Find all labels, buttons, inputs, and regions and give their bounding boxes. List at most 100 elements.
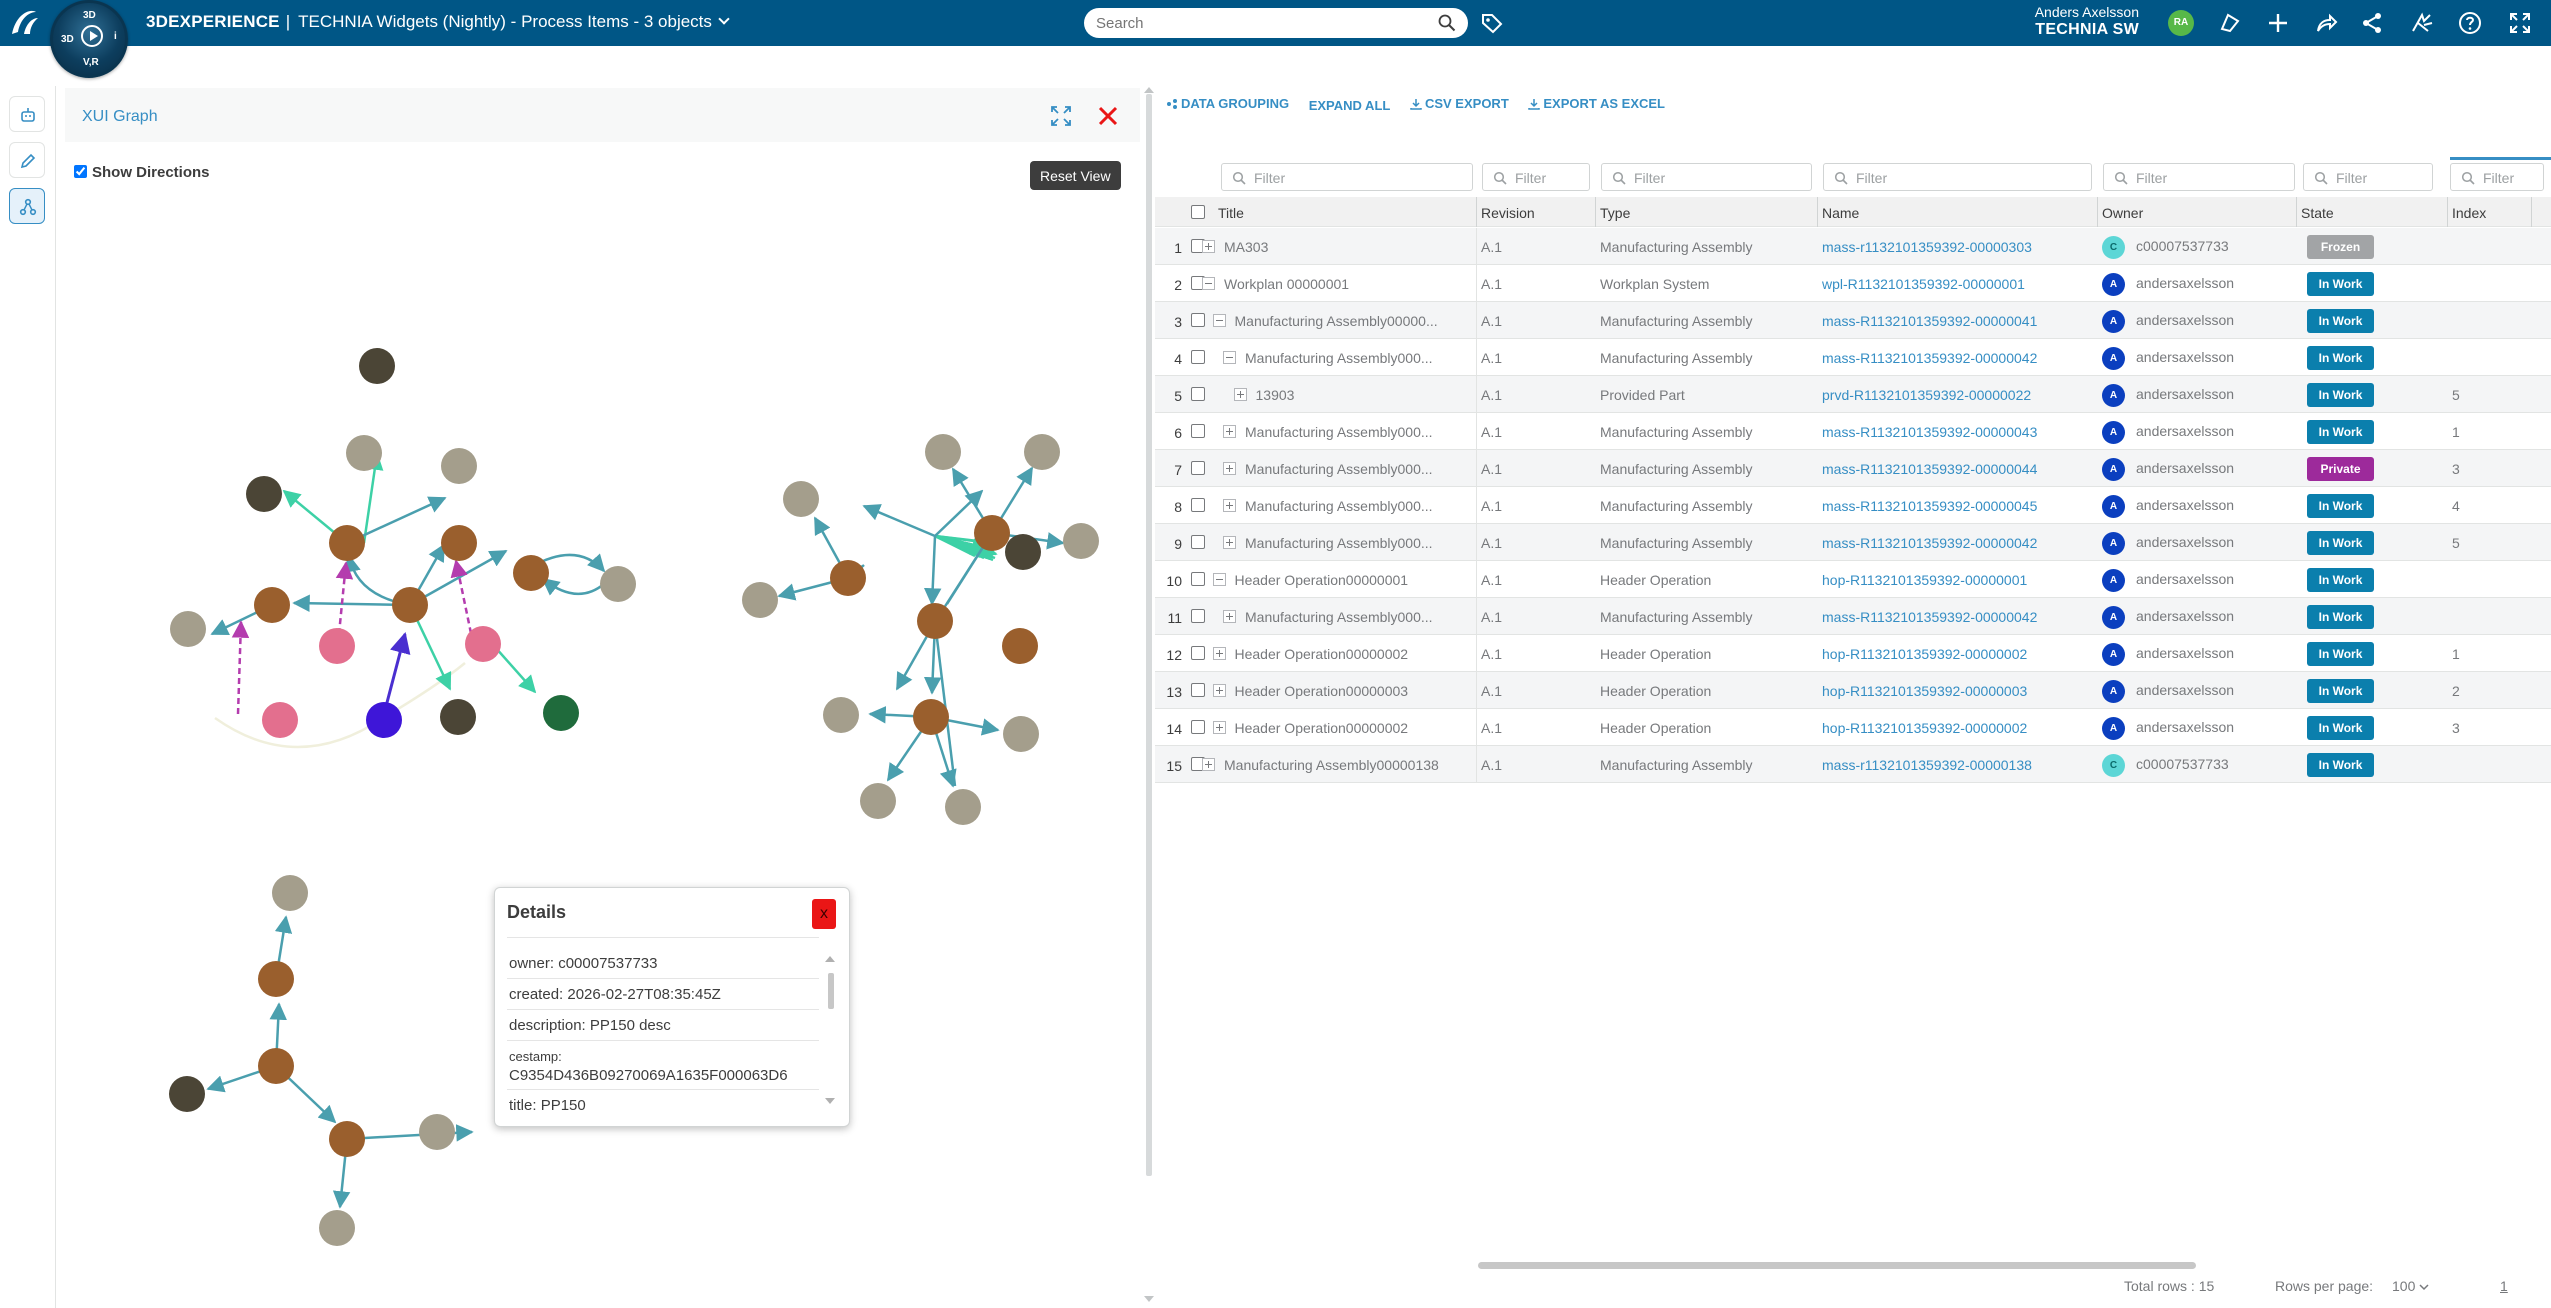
search-icon[interactable]: [1438, 14, 1456, 32]
state-badge[interactable]: Frozen: [2307, 235, 2374, 259]
state-badge[interactable]: In Work: [2307, 272, 2374, 296]
cell-name-link[interactable]: hop-R1132101359392-00000001: [1822, 572, 2027, 588]
filter-index[interactable]: Filter: [2450, 163, 2544, 191]
cell-title[interactable]: Header Operation00000002: [1235, 646, 1409, 662]
graph-nodes-cluster-2[interactable]: [742, 434, 1099, 825]
help-icon[interactable]: [2458, 11, 2482, 35]
select-all-checkbox[interactable]: [1191, 205, 1205, 219]
cell-name-link[interactable]: wpl-R1132101359392-00000001: [1822, 276, 2025, 292]
expand-toggle-icon[interactable]: [1223, 499, 1236, 512]
details-scrollbar[interactable]: [828, 973, 834, 1009]
cell-title[interactable]: Manufacturing Assembly000...: [1245, 424, 1433, 440]
row-checkbox[interactable]: [1191, 646, 1205, 660]
cell-name-link[interactable]: mass-R1132101359392-00000044: [1822, 461, 2037, 477]
share-icon[interactable]: [2360, 11, 2384, 35]
state-badge[interactable]: In Work: [2307, 679, 2374, 703]
data-grouping-button[interactable]: DATA GROUPING: [1166, 96, 1289, 111]
cell-name-link[interactable]: hop-R1132101359392-00000002: [1822, 720, 2027, 736]
rail-widget-button[interactable]: [9, 96, 45, 132]
expand-toggle-icon[interactable]: [1223, 610, 1236, 623]
cell-title[interactable]: 13903: [1256, 387, 1295, 403]
user-avatar[interactable]: RA: [2168, 10, 2194, 36]
rail-graph-button[interactable]: [9, 188, 45, 224]
table-row[interactable]: 13 Header Operation00000003 A.1 Header Oper…: [1155, 672, 2551, 709]
search-box[interactable]: [1084, 8, 1468, 38]
expand-toggle-icon[interactable]: [1212, 647, 1226, 660]
user-info[interactable]: Anders Axelsson TECHNIA SW: [2035, 3, 2139, 39]
rail-edit-button[interactable]: [9, 142, 45, 178]
table-row[interactable]: 14 Header Operation00000002 A.1 Header Oper…: [1155, 709, 2551, 746]
row-checkbox[interactable]: [1191, 461, 1205, 475]
cell-name-link[interactable]: mass-r1132101359392-00000303: [1822, 239, 2032, 255]
state-badge[interactable]: In Work: [2307, 346, 2374, 370]
cell-name-link[interactable]: mass-R1132101359392-00000042: [1822, 609, 2037, 625]
row-checkbox[interactable]: [1191, 350, 1205, 364]
cell-title[interactable]: Manufacturing Assembly000...: [1245, 461, 1433, 477]
cell-name-link[interactable]: mass-R1132101359392-00000045: [1822, 498, 2037, 514]
row-checkbox[interactable]: [1191, 720, 1205, 734]
row-checkbox[interactable]: [1191, 535, 1205, 549]
cell-name-link[interactable]: hop-R1132101359392-00000003: [1822, 683, 2027, 699]
state-badge[interactable]: In Work: [2307, 642, 2374, 666]
expand-toggle-icon[interactable]: [1223, 425, 1236, 438]
state-badge[interactable]: In Work: [2307, 383, 2374, 407]
row-checkbox[interactable]: [1191, 498, 1205, 512]
col-header-name[interactable]: Name: [1822, 205, 1859, 221]
state-badge[interactable]: In Work: [2307, 568, 2374, 592]
collapse-toggle-icon[interactable]: [1212, 573, 1226, 586]
row-checkbox[interactable]: [1191, 313, 1205, 327]
add-icon[interactable]: [2266, 11, 2290, 35]
search-input[interactable]: [1096, 8, 1426, 38]
cell-title[interactable]: MA303: [1224, 239, 1268, 255]
filter-name[interactable]: Filter: [1823, 163, 2092, 191]
table-row[interactable]: 12 Header Operation00000002 A.1 Header Oper…: [1155, 635, 2551, 672]
state-badge[interactable]: In Work: [2307, 420, 2374, 444]
cell-title[interactable]: Manufacturing Assembly00000138: [1224, 757, 1439, 773]
table-row[interactable]: 4 Manufacturing Assembly000... A.1 Manufact…: [1155, 339, 2551, 376]
state-badge[interactable]: In Work: [2307, 531, 2374, 555]
notification-icon[interactable]: [2218, 11, 2242, 35]
row-checkbox[interactable]: [1191, 609, 1205, 623]
cell-name-link[interactable]: mass-r1132101359392-00000138: [1822, 757, 2032, 773]
expand-toggle-icon[interactable]: [1202, 758, 1215, 771]
table-row[interactable]: 3 Manufacturing Assembly00000... A.1 Manufa…: [1155, 302, 2551, 339]
cell-name-link[interactable]: mass-R1132101359392-00000042: [1822, 535, 2037, 551]
row-checkbox[interactable]: [1191, 424, 1205, 438]
collapse-toggle-icon[interactable]: [1202, 277, 1215, 290]
splitter-down-icon[interactable]: [1144, 1296, 1154, 1302]
export-excel-button[interactable]: EXPORT AS EXCEL: [1528, 96, 1665, 111]
col-header-title[interactable]: Title: [1218, 205, 1244, 221]
row-checkbox[interactable]: [1191, 572, 1205, 586]
app-title[interactable]: 3DEXPERIENCE | TECHNIA Widgets (Nightly) -…: [146, 12, 730, 32]
table-row[interactable]: 7 Manufacturing Assembly000... A.1 Manufact…: [1155, 450, 2551, 487]
table-row[interactable]: 10 Header Operation00000001 A.1 Header Oper…: [1155, 561, 2551, 598]
expand-all-button[interactable]: EXPAND ALL: [1309, 98, 1391, 113]
fullscreen-icon[interactable]: [2508, 11, 2532, 35]
details-close-button[interactable]: x: [812, 899, 836, 929]
cell-title[interactable]: Manufacturing Assembly000...: [1245, 535, 1433, 551]
table-row[interactable]: 8 Manufacturing Assembly000... A.1 Manufact…: [1155, 487, 2551, 524]
filter-type[interactable]: Filter: [1601, 163, 1812, 191]
compass-widget[interactable]: 3D 3D i V,R: [50, 0, 128, 78]
expand-toggle-icon[interactable]: [1212, 684, 1226, 697]
state-badge[interactable]: In Work: [2307, 494, 2374, 518]
row-checkbox[interactable]: [1191, 683, 1205, 697]
state-badge[interactable]: In Work: [2307, 309, 2374, 333]
cell-name-link[interactable]: prvd-R1132101359392-00000022: [1822, 387, 2031, 403]
table-row[interactable]: 6 Manufacturing Assembly000... A.1 Manufact…: [1155, 413, 2551, 450]
cell-name-link[interactable]: hop-R1132101359392-00000002: [1822, 646, 2027, 662]
expand-toggle-icon[interactable]: [1223, 536, 1236, 549]
apps-icon[interactable]: [2410, 11, 2434, 35]
col-header-state[interactable]: State: [2301, 205, 2334, 221]
cell-title[interactable]: Manufacturing Assembly000...: [1245, 498, 1433, 514]
chevron-down-icon[interactable]: [718, 13, 730, 25]
table-row[interactable]: 2 Workplan 00000001 A.1 Workplan System wpl-…: [1155, 265, 2551, 302]
expand-toggle-icon[interactable]: [1233, 388, 1247, 401]
graph-nodes-cluster-3[interactable]: [169, 875, 455, 1246]
filter-state[interactable]: Filter: [2303, 163, 2433, 191]
cell-title[interactable]: Header Operation00000001: [1235, 572, 1409, 588]
share-arrow-icon[interactable]: [2314, 11, 2338, 35]
filter-owner[interactable]: Filter: [2103, 163, 2295, 191]
cell-title[interactable]: Header Operation00000003: [1235, 683, 1409, 699]
expand-toggle-icon[interactable]: [1202, 240, 1215, 253]
